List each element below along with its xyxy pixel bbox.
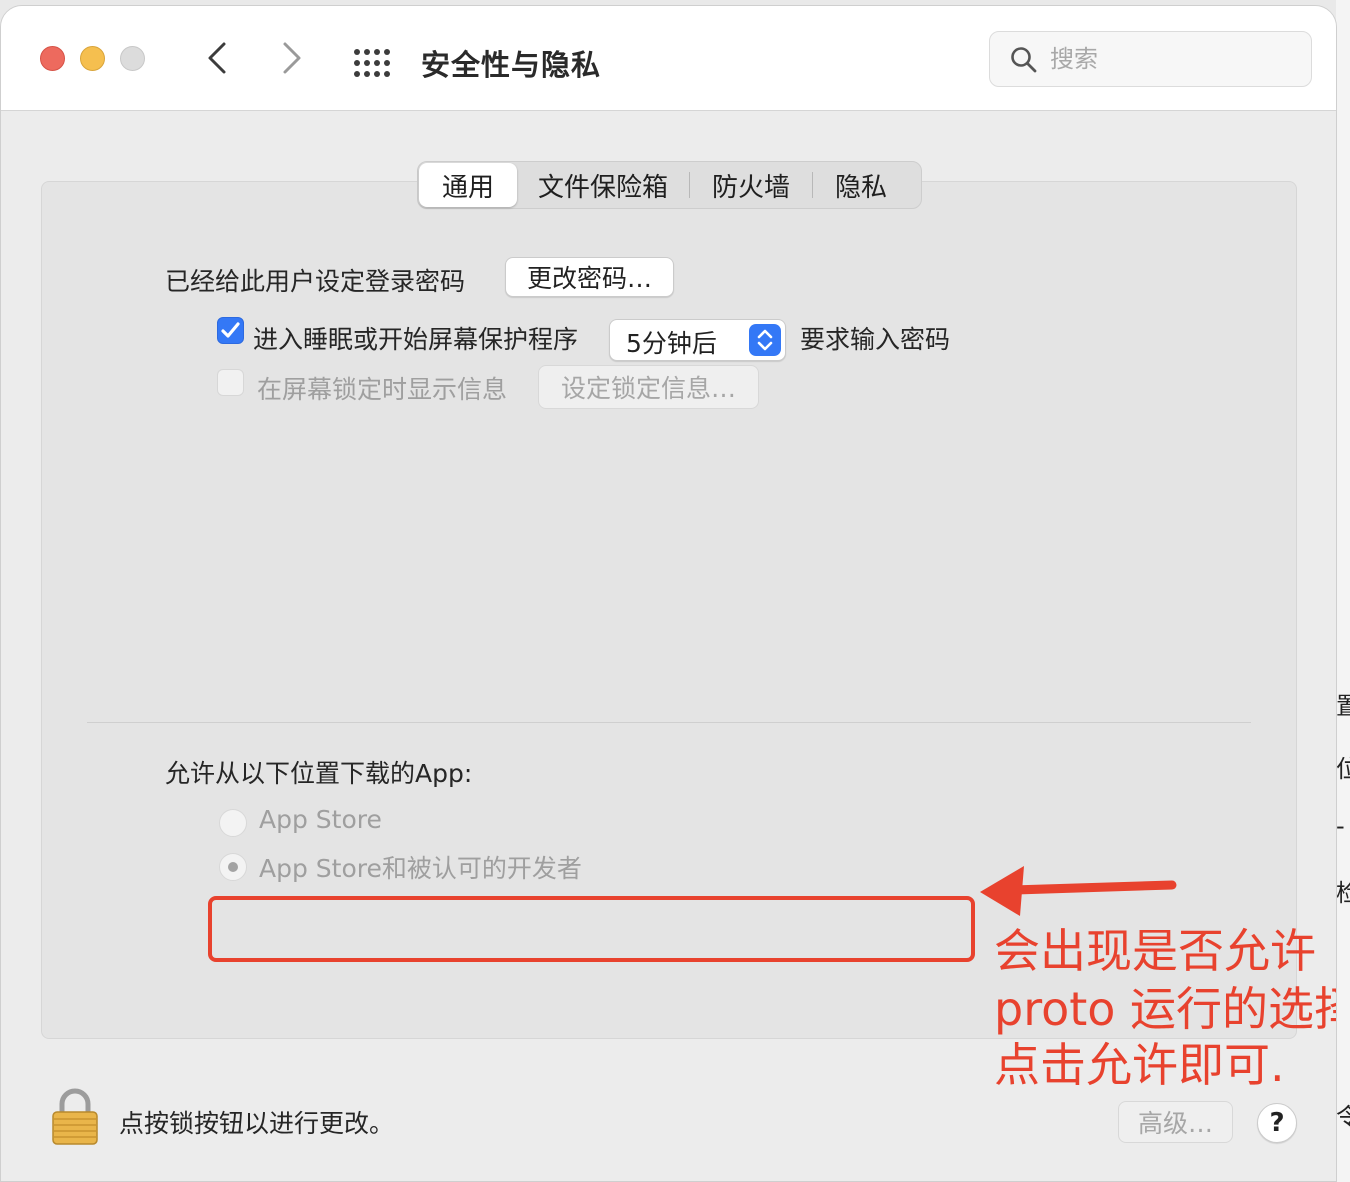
- show-message-checkbox[interactable]: [217, 369, 244, 396]
- tab-bar: 通用 文件保险箱 防火墙 隐私: [417, 161, 922, 209]
- background-text: 检: [1336, 879, 1350, 907]
- checkmark-icon: [221, 322, 240, 338]
- annotation-arrow-icon: [980, 866, 1177, 916]
- minimize-button[interactable]: [80, 46, 105, 71]
- tab-general[interactable]: 通用: [419, 163, 517, 207]
- radio-app-store-identified[interactable]: [219, 853, 247, 881]
- annotation-text-line: 点击允许即可.: [994, 1038, 1285, 1092]
- search-icon: [1011, 47, 1037, 73]
- tab-firewall[interactable]: 防火墙: [690, 163, 812, 207]
- background-text: 令: [1336, 1103, 1350, 1131]
- radio-app-store-identified-label: App Store和被认可的开发者: [259, 854, 582, 883]
- show-message-label: 在屏幕锁定时显示信息: [257, 375, 508, 404]
- lock-icon[interactable]: [51, 1088, 99, 1146]
- search-input[interactable]: [1050, 42, 1300, 76]
- tab-filevault[interactable]: 文件保险箱: [517, 163, 689, 207]
- back-button[interactable]: [197, 36, 237, 80]
- preferences-window: 安全性与隐私 通用 文件保险箱 防火墙 隐私 已经给此用户设定登录密码 更改密码…: [0, 5, 1337, 1182]
- radio-dot: [228, 862, 238, 872]
- radio-app-store-label: App Store: [259, 805, 382, 834]
- radio-app-store[interactable]: [219, 809, 247, 837]
- background-text: 置: [1336, 692, 1350, 720]
- require-password-checkbox[interactable]: [217, 317, 244, 344]
- select-value: 5分钟后: [626, 329, 717, 358]
- forward-button[interactable]: [272, 36, 312, 80]
- show-all-grid-icon[interactable]: [353, 48, 393, 78]
- section-divider: [87, 722, 1251, 723]
- advanced-button[interactable]: 高级…: [1118, 1101, 1233, 1143]
- tab-privacy[interactable]: 隐私: [813, 163, 909, 207]
- require-password-delay-select[interactable]: 5分钟后: [609, 319, 786, 361]
- zoom-button[interactable]: [120, 46, 145, 71]
- search-field[interactable]: [989, 31, 1312, 87]
- downloads-heading: 允许从以下位置下载的App:: [165, 759, 473, 788]
- background-text: 位: [1336, 755, 1350, 783]
- chevron-left-icon: [208, 42, 226, 74]
- background-text: -: [1336, 812, 1345, 840]
- set-lock-message-button[interactable]: 设定锁定信息…: [538, 365, 759, 409]
- title-bar: 安全性与隐私: [1, 6, 1336, 111]
- require-password-suffix: 要求输入密码: [800, 325, 951, 354]
- stepper-arrows-icon: [749, 324, 781, 356]
- login-password-label: 已经给此用户设定登录密码: [165, 267, 466, 296]
- change-password-button[interactable]: 更改密码…: [505, 257, 674, 297]
- annotation-text-line: proto 运行的选择: [994, 982, 1337, 1036]
- annotation-highlight-box: [208, 896, 975, 962]
- close-button[interactable]: [40, 46, 65, 71]
- annotation-text-line: 会出现是否允许: [994, 924, 1316, 978]
- lock-hint-text: 点按锁按钮以进行更改。: [119, 1109, 395, 1138]
- background-window: [1336, 0, 1350, 1182]
- require-password-label: 进入睡眠或开始屏幕保护程序: [253, 325, 579, 354]
- help-button[interactable]: ?: [1257, 1103, 1297, 1143]
- window-title: 安全性与隐私: [421, 48, 602, 82]
- chevron-right-icon: [283, 42, 301, 74]
